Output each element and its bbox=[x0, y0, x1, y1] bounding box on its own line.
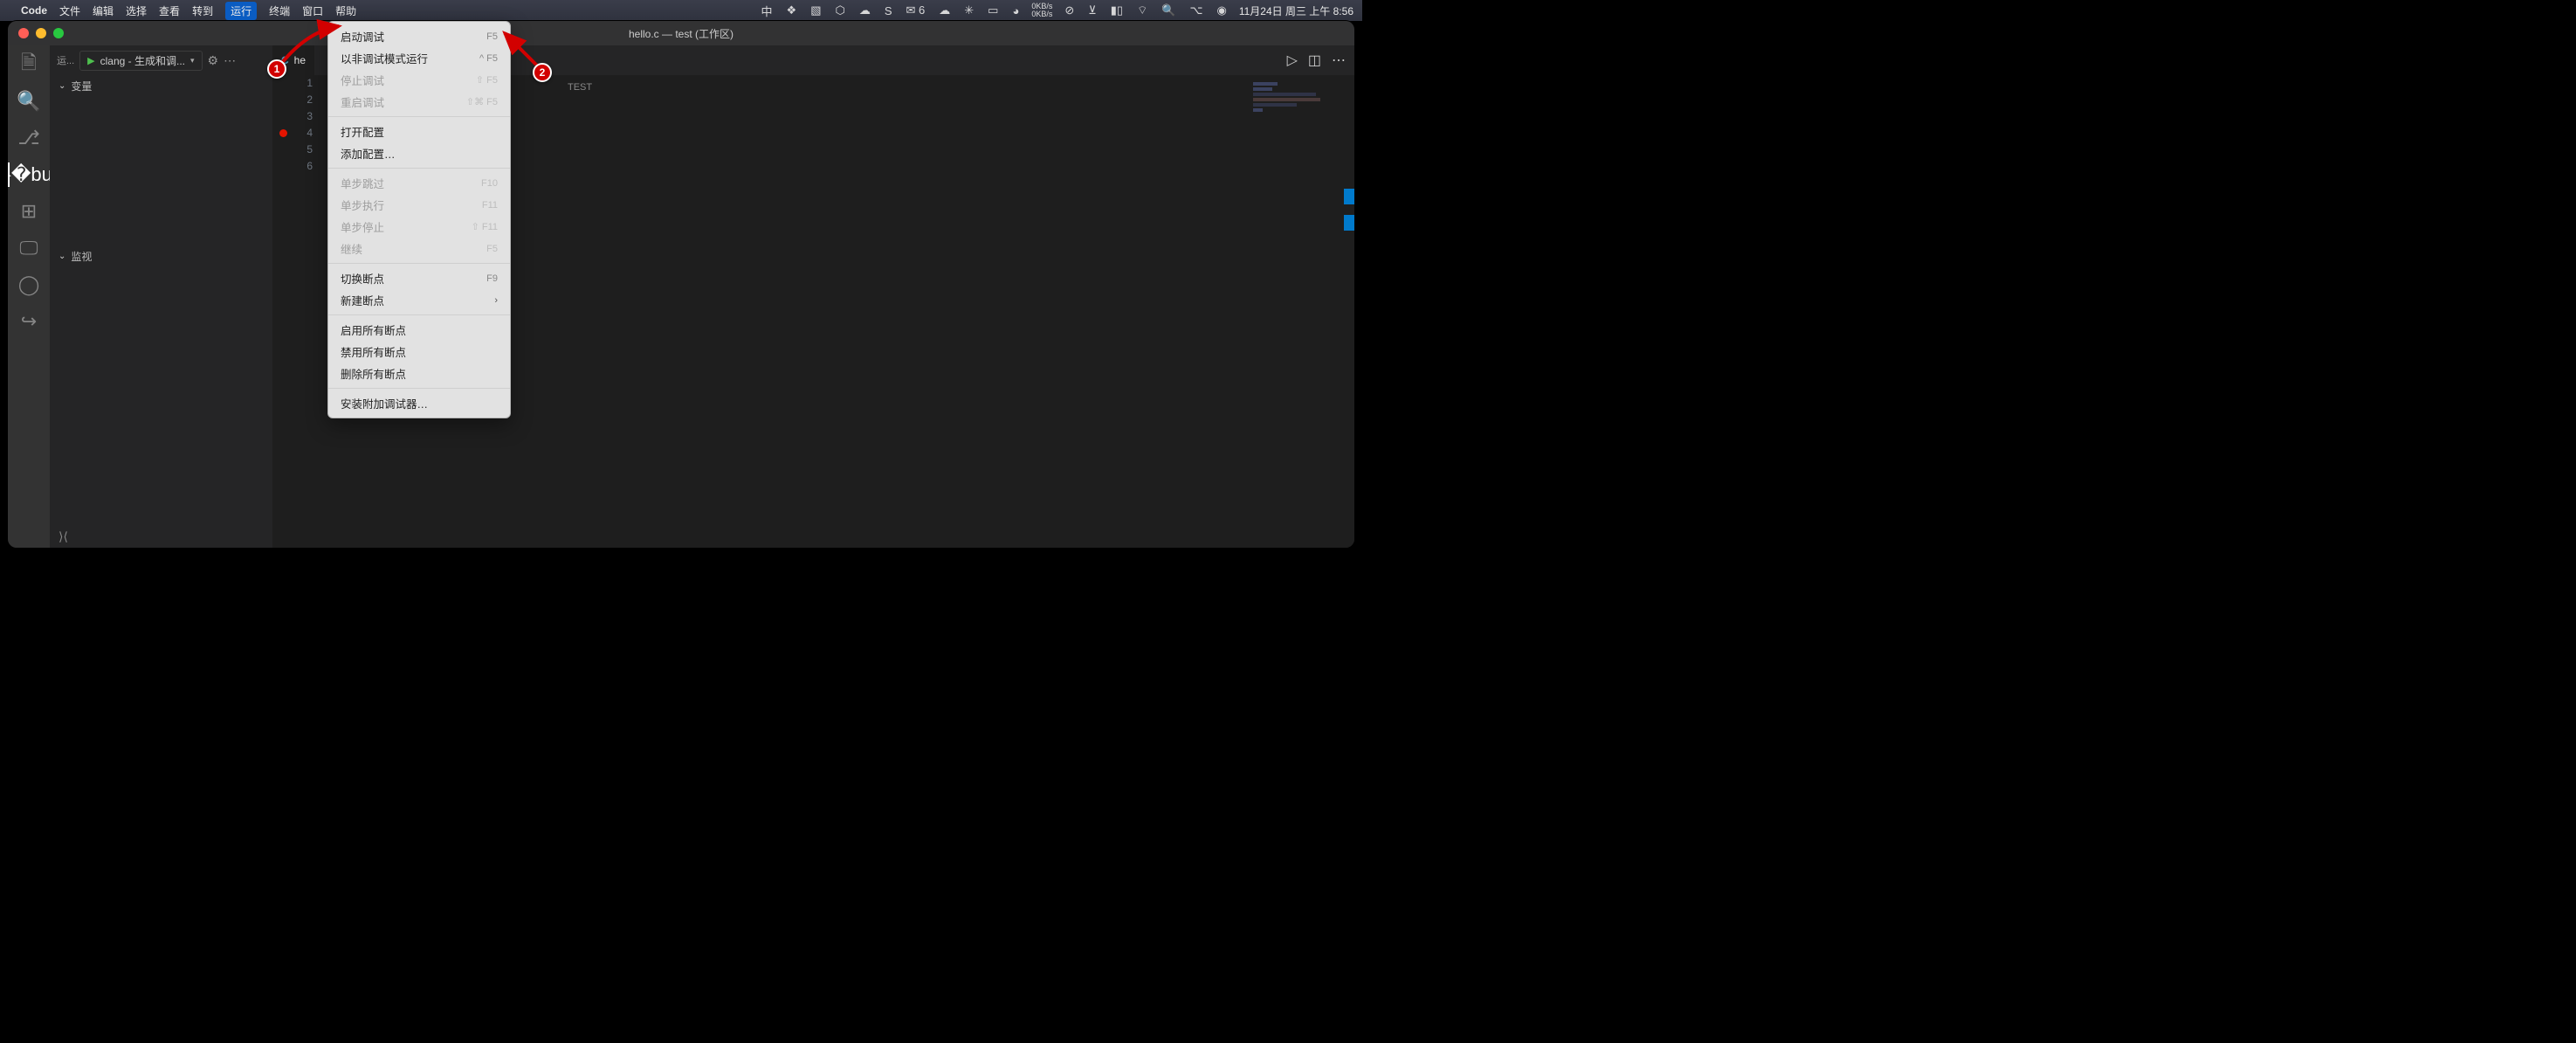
menu-item[interactable]: 添加配置… bbox=[328, 142, 510, 164]
netspeed-indicator: 0KB/s0KB/s bbox=[1031, 3, 1052, 18]
chevron-down-icon: ⌄ bbox=[59, 252, 65, 261]
macos-menubar: Code 文件 编辑 选择 查看 转到 运行 终端 窗口 帮助 中 ❖ ▧ ⬡ … bbox=[0, 0, 1362, 21]
github-icon[interactable]: ◯ bbox=[17, 273, 41, 297]
control-center-icon[interactable]: ⌥ bbox=[1188, 3, 1205, 17]
run-file-icon[interactable]: ▷ bbox=[1287, 52, 1298, 69]
weather-icon[interactable]: ☁ bbox=[937, 3, 952, 17]
menu-item[interactable]: 禁用所有断点 bbox=[328, 341, 510, 363]
menu-go[interactable]: 转到 bbox=[192, 3, 213, 18]
menu-help[interactable]: 帮助 bbox=[335, 3, 356, 18]
menu-terminal[interactable]: 终端 bbox=[269, 3, 290, 18]
menu-item: 单步执行F11 bbox=[328, 194, 510, 216]
debug-config-name: clang - 生成和调... bbox=[100, 53, 185, 68]
menu-item[interactable]: 启用所有断点 bbox=[328, 319, 510, 341]
menu-item: 重启调试⇧⌘ F5 bbox=[328, 91, 510, 113]
editor-more-icon[interactable]: ⋯ bbox=[1332, 52, 1346, 69]
section-watch[interactable]: ⌄ 监视 bbox=[50, 245, 272, 267]
stop-icon[interactable]: ⊘ bbox=[1063, 3, 1076, 17]
menu-item: 单步跳过F10 bbox=[328, 172, 510, 194]
menu-run[interactable]: 运行 bbox=[225, 2, 257, 20]
annotation-arrow-2: 2 bbox=[499, 28, 578, 85]
annotation-badge-1: 1 bbox=[267, 59, 286, 79]
status-s-icon[interactable]: S bbox=[883, 4, 894, 17]
play-icon: ▶ bbox=[87, 55, 94, 66]
cat-icon[interactable]: ◕ bbox=[1010, 4, 1021, 17]
collapse-icon[interactable]: ⟩⟨ bbox=[50, 526, 272, 548]
breakpoint-icon[interactable] bbox=[279, 129, 287, 137]
wechat-icon[interactable]: ✉ 6 bbox=[905, 3, 927, 17]
annotation-badge-2: 2 bbox=[533, 63, 552, 82]
menu-view[interactable]: 查看 bbox=[159, 3, 180, 18]
section-variables-label: 变量 bbox=[71, 79, 92, 93]
vscode-window: hello.c — test (工作区) 🗎 🔍 ⎇ ▷�bug ⊞ 🖵 ◯ ↪… bbox=[8, 21, 1354, 548]
menu-selection[interactable]: 选择 bbox=[126, 3, 147, 18]
chevron-down-icon: ⌄ bbox=[59, 81, 65, 91]
close-window-button[interactable] bbox=[18, 28, 29, 38]
debug-config-selector[interactable]: ▶ clang - 生成和调... ▾ bbox=[79, 51, 202, 71]
menu-item: 停止调试⇧ F5 bbox=[328, 69, 510, 91]
chevron-down-icon: ▾ bbox=[190, 56, 195, 66]
zoom-window-button[interactable] bbox=[53, 28, 64, 38]
app-name[interactable]: Code bbox=[21, 4, 47, 17]
window-title: hello.c — test (工作区) bbox=[8, 26, 1354, 41]
section-variables[interactable]: ⌄ 变量 bbox=[50, 75, 272, 97]
explorer-icon[interactable]: 🗎 bbox=[17, 52, 41, 77]
section-watch-label: 监视 bbox=[71, 249, 92, 264]
extensions-icon[interactable]: ⊞ bbox=[17, 199, 41, 224]
more-icon[interactable]: ⋯ bbox=[224, 53, 238, 68]
status-sync-icon[interactable]: ❖ bbox=[785, 3, 799, 17]
menu-item[interactable]: 以非调试模式运行^ F5 bbox=[328, 47, 510, 69]
menu-item[interactable]: 删除所有断点 bbox=[328, 363, 510, 384]
minimap[interactable] bbox=[1253, 80, 1349, 133]
siri-icon[interactable]: ◉ bbox=[1215, 3, 1228, 17]
status-cloud-icon[interactable]: ☁ bbox=[858, 3, 872, 17]
gear-icon[interactable]: ⚙ bbox=[208, 53, 219, 68]
status-app-icon[interactable]: ▧ bbox=[809, 3, 823, 17]
menu-item[interactable]: 启动调试F5 bbox=[328, 25, 510, 47]
fan-icon[interactable]: ✳ bbox=[962, 3, 975, 17]
ime-indicator[interactable]: 中 bbox=[760, 3, 775, 19]
menu-item: 单步停止⇧ F11 bbox=[328, 216, 510, 238]
remote-icon[interactable]: 🖵 bbox=[17, 236, 41, 260]
debug-sidebar: 运... ▶ clang - 生成和调... ▾ ⚙ ⋯ ⌄ 变量 ⌄ 监视 ⟩… bbox=[50, 45, 272, 548]
display-icon[interactable]: ▭ bbox=[986, 3, 1000, 17]
source-control-icon[interactable]: ⎇ bbox=[17, 126, 41, 150]
search-icon[interactable]: 🔍 bbox=[17, 89, 41, 114]
wifi-icon[interactable]: ⌔ bbox=[1135, 3, 1149, 17]
battery-icon[interactable]: ▮▯ bbox=[1109, 3, 1125, 17]
clock[interactable]: 11月24日 周三 上午 8:56 bbox=[1239, 3, 1353, 18]
debug-toolbar: 运... ▶ clang - 生成和调... ▾ ⚙ ⋯ bbox=[50, 45, 272, 75]
menu-item[interactable]: 打开配置 bbox=[328, 121, 510, 142]
menu-window[interactable]: 窗口 bbox=[302, 3, 323, 18]
run-menu-dropdown: 启动调试F5以非调试模式运行^ F5停止调试⇧ F5重启调试⇧⌘ F5 打开配置添… bbox=[327, 21, 511, 418]
menu-file[interactable]: 文件 bbox=[59, 3, 80, 18]
menu-item[interactable]: 安装附加调试器… bbox=[328, 392, 510, 414]
split-editor-icon[interactable]: ◫ bbox=[1308, 52, 1321, 69]
run-debug-icon[interactable]: ▷�bug bbox=[8, 162, 50, 187]
titlebar: hello.c — test (工作区) bbox=[8, 21, 1354, 45]
annotation-arrow-1: 1 bbox=[253, 23, 349, 88]
menu-item[interactable]: 切换断点F9 bbox=[328, 267, 510, 289]
menu-item: 继续F5 bbox=[328, 238, 510, 259]
run-label: 运... bbox=[57, 53, 74, 67]
menu-item[interactable]: 新建断点› bbox=[328, 289, 510, 311]
line-gutter: 1 2 3 4 5 6 bbox=[272, 75, 325, 175]
spotlight-icon[interactable]: 🔍 bbox=[1160, 3, 1177, 17]
menu-edit[interactable]: 编辑 bbox=[93, 3, 114, 18]
overview-ruler[interactable] bbox=[1344, 75, 1354, 548]
bluetooth-off-icon[interactable]: ⊻ bbox=[1086, 3, 1099, 17]
activity-bar: 🗎 🔍 ⎇ ▷�bug ⊞ 🖵 ◯ ↪ bbox=[8, 45, 50, 548]
share-icon[interactable]: ↪ bbox=[17, 309, 41, 334]
minimize-window-button[interactable] bbox=[36, 28, 46, 38]
status-shield-icon[interactable]: ⬡ bbox=[833, 3, 846, 17]
